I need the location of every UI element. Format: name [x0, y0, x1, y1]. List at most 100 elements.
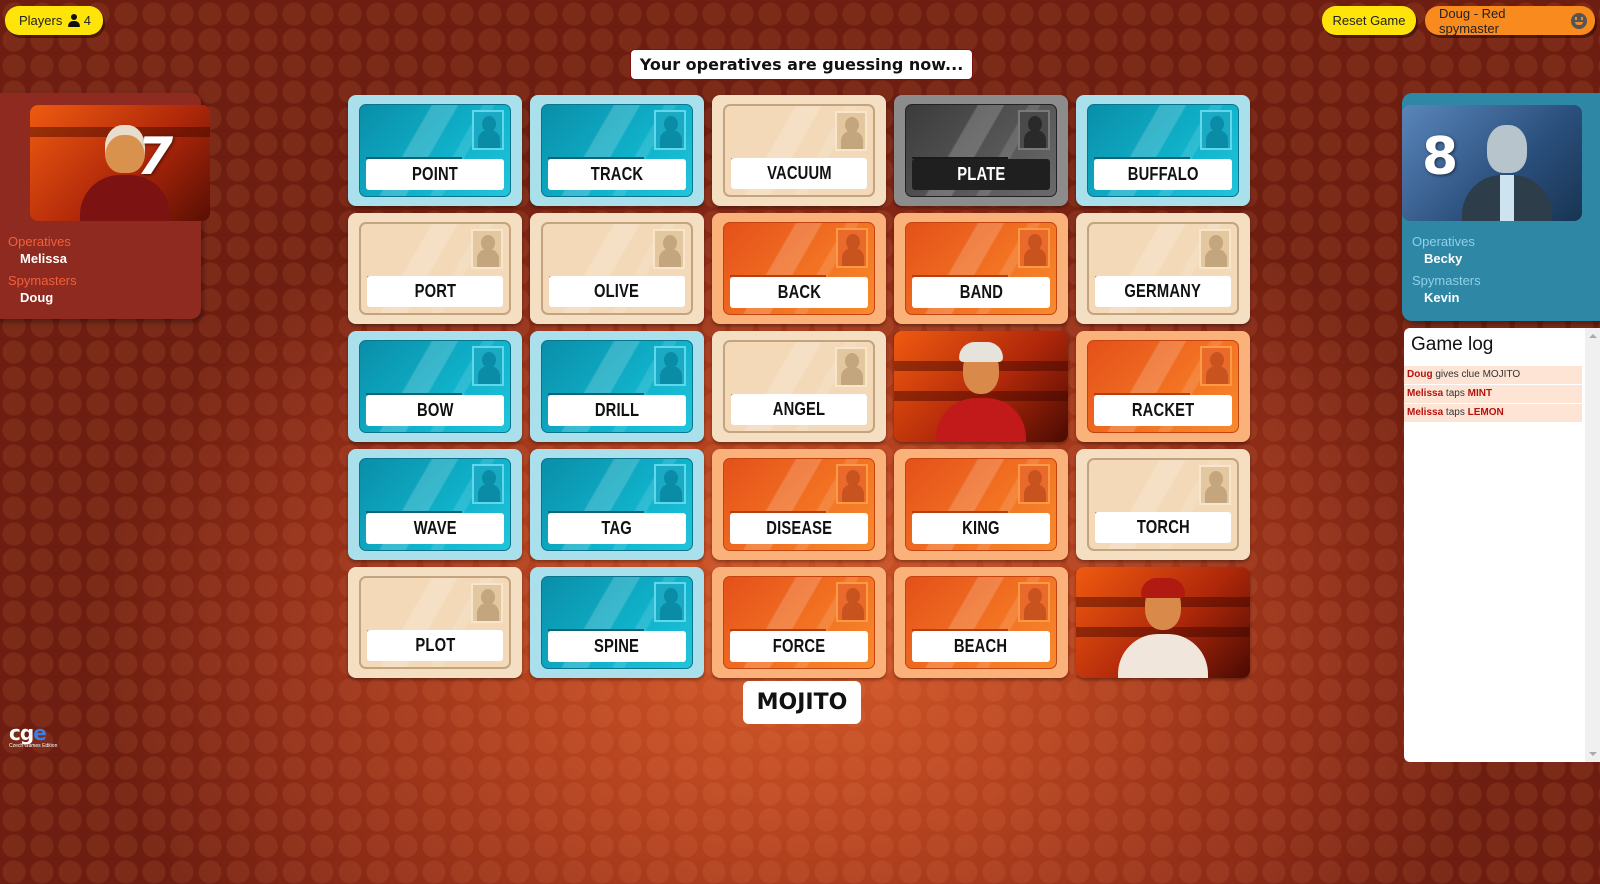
- red-agent-figure: [1118, 578, 1208, 678]
- word-card[interactable]: GERMANY: [1076, 213, 1250, 324]
- game-board: POINT TRACK VACUUM PLATE BUFFALO PORT OLIVE BAC…: [348, 95, 1250, 678]
- card-word-text: WAVE: [413, 518, 457, 538]
- revealed-agent-card[interactable]: [1076, 567, 1250, 678]
- silhouette-icon: [1018, 582, 1050, 622]
- silhouette-icon: [835, 111, 867, 151]
- card-word-text: OLIVE: [594, 281, 640, 301]
- players-button[interactable]: Players 4: [5, 6, 103, 35]
- card-word-text: VACUUM: [766, 163, 832, 183]
- card-word-text: BAND: [959, 282, 1003, 302]
- word-card[interactable]: PLATE: [894, 95, 1068, 206]
- log-action: taps: [1443, 407, 1468, 418]
- card-word-label: DISEASE: [730, 513, 868, 544]
- card-face: PLATE: [905, 104, 1057, 197]
- silhouette-icon: [471, 229, 503, 269]
- game-log-scrollbar[interactable]: [1585, 328, 1600, 762]
- revealed-agent-card[interactable]: [894, 331, 1068, 442]
- status-banner: Your operatives are guessing now...: [630, 49, 973, 80]
- card-face: WAVE: [359, 458, 511, 551]
- word-card[interactable]: BAND: [894, 213, 1068, 324]
- word-card[interactable]: PLOT: [348, 567, 522, 678]
- user-menu-button[interactable]: Doug - Red spymaster: [1425, 6, 1595, 36]
- card-face: TAG: [541, 458, 693, 551]
- card-word-label: PLATE: [912, 159, 1050, 190]
- log-action: taps: [1443, 388, 1468, 399]
- word-card[interactable]: VACUUM: [712, 95, 886, 206]
- scroll-down-arrow-icon[interactable]: [1589, 752, 1597, 756]
- scroll-up-arrow-icon[interactable]: [1589, 334, 1597, 338]
- card-word-text: PLOT: [414, 635, 456, 655]
- blue-spymasters-label: Spymasters: [1412, 273, 1481, 288]
- card-word-text: KING: [962, 518, 1000, 538]
- word-card[interactable]: DISEASE: [712, 449, 886, 560]
- silhouette-icon: [472, 464, 504, 504]
- silhouette-icon: [654, 110, 686, 150]
- card-word-text: DISEASE: [766, 518, 832, 538]
- card-face: PORT: [359, 222, 511, 315]
- blue-operatives-label: Operatives: [1412, 234, 1475, 249]
- silhouette-icon: [1018, 228, 1050, 268]
- blue-spymaster-name: Kevin: [1424, 290, 1460, 305]
- word-card[interactable]: RACKET: [1076, 331, 1250, 442]
- card-face: ANGEL: [723, 340, 875, 433]
- card-face: BUFFALO: [1087, 104, 1239, 197]
- card-word-label: ANGEL: [731, 394, 867, 425]
- red-operatives-label: Operatives: [8, 234, 71, 249]
- card-word-label: GERMANY: [1095, 276, 1231, 307]
- card-word-text: BEACH: [954, 636, 1008, 656]
- blue-spymaster-figure: [1462, 121, 1552, 221]
- word-card[interactable]: BACK: [712, 213, 886, 324]
- red-spymaster-name: Doug: [20, 290, 54, 305]
- silhouette-icon: [653, 229, 685, 269]
- word-card[interactable]: POINT: [348, 95, 522, 206]
- reset-game-button[interactable]: Reset Game: [1322, 6, 1416, 35]
- word-card[interactable]: DRILL: [530, 331, 704, 442]
- silhouette-icon: [1018, 110, 1050, 150]
- log-target: MINT: [1467, 388, 1493, 399]
- log-entry: Doug gives clue MOJITO: [1404, 366, 1582, 384]
- word-card[interactable]: ANGEL: [712, 331, 886, 442]
- word-card[interactable]: BEACH: [894, 567, 1068, 678]
- card-word-text: FORCE: [772, 636, 826, 656]
- word-card[interactable]: FORCE: [712, 567, 886, 678]
- word-card[interactable]: BUFFALO: [1076, 95, 1250, 206]
- silhouette-icon: [654, 464, 686, 504]
- card-word-label: BACK: [730, 277, 868, 308]
- card-face: FORCE: [723, 576, 875, 669]
- card-word-label: VACUUM: [731, 158, 867, 189]
- word-card[interactable]: TRACK: [530, 95, 704, 206]
- card-face: OLIVE: [541, 222, 693, 315]
- card-word-text: SPINE: [594, 636, 640, 656]
- word-card[interactable]: KING: [894, 449, 1068, 560]
- card-word-text: ANGEL: [772, 399, 826, 419]
- figure-head: [1487, 125, 1527, 173]
- word-card[interactable]: WAVE: [348, 449, 522, 560]
- word-card[interactable]: SPINE: [530, 567, 704, 678]
- silhouette-icon: [1200, 110, 1232, 150]
- log-entry: Melissa taps LEMON: [1404, 404, 1582, 422]
- silhouette-icon: [1199, 229, 1231, 269]
- word-card[interactable]: TORCH: [1076, 449, 1250, 560]
- log-actor: Melissa: [1407, 407, 1444, 418]
- game-log-panel: Game log Doug gives clue MOJITO Melissa t…: [1404, 328, 1600, 762]
- card-word-label: POINT: [366, 159, 504, 190]
- word-card[interactable]: OLIVE: [530, 213, 704, 324]
- card-word-text: GERMANY: [1124, 281, 1202, 301]
- card-word-label: OLIVE: [549, 276, 685, 307]
- silhouette-icon: [472, 110, 504, 150]
- figure-body: [1462, 175, 1552, 221]
- word-card[interactable]: TAG: [530, 449, 704, 560]
- card-face: DISEASE: [723, 458, 875, 551]
- logo-subtitle: Czech Games Edition: [9, 743, 58, 749]
- word-card[interactable]: PORT: [348, 213, 522, 324]
- card-word-label: TAG: [548, 513, 686, 544]
- card-word-text: PORT: [414, 281, 456, 301]
- card-word-text: TRACK: [590, 164, 644, 184]
- card-word-label: TRACK: [548, 159, 686, 190]
- card-word-label: RACKET: [1094, 395, 1232, 426]
- card-word-label: BUFFALO: [1094, 159, 1232, 190]
- log-action: gives clue: [1432, 369, 1483, 380]
- silhouette-icon: [836, 464, 868, 504]
- word-card[interactable]: BOW: [348, 331, 522, 442]
- silhouette-icon: [836, 582, 868, 622]
